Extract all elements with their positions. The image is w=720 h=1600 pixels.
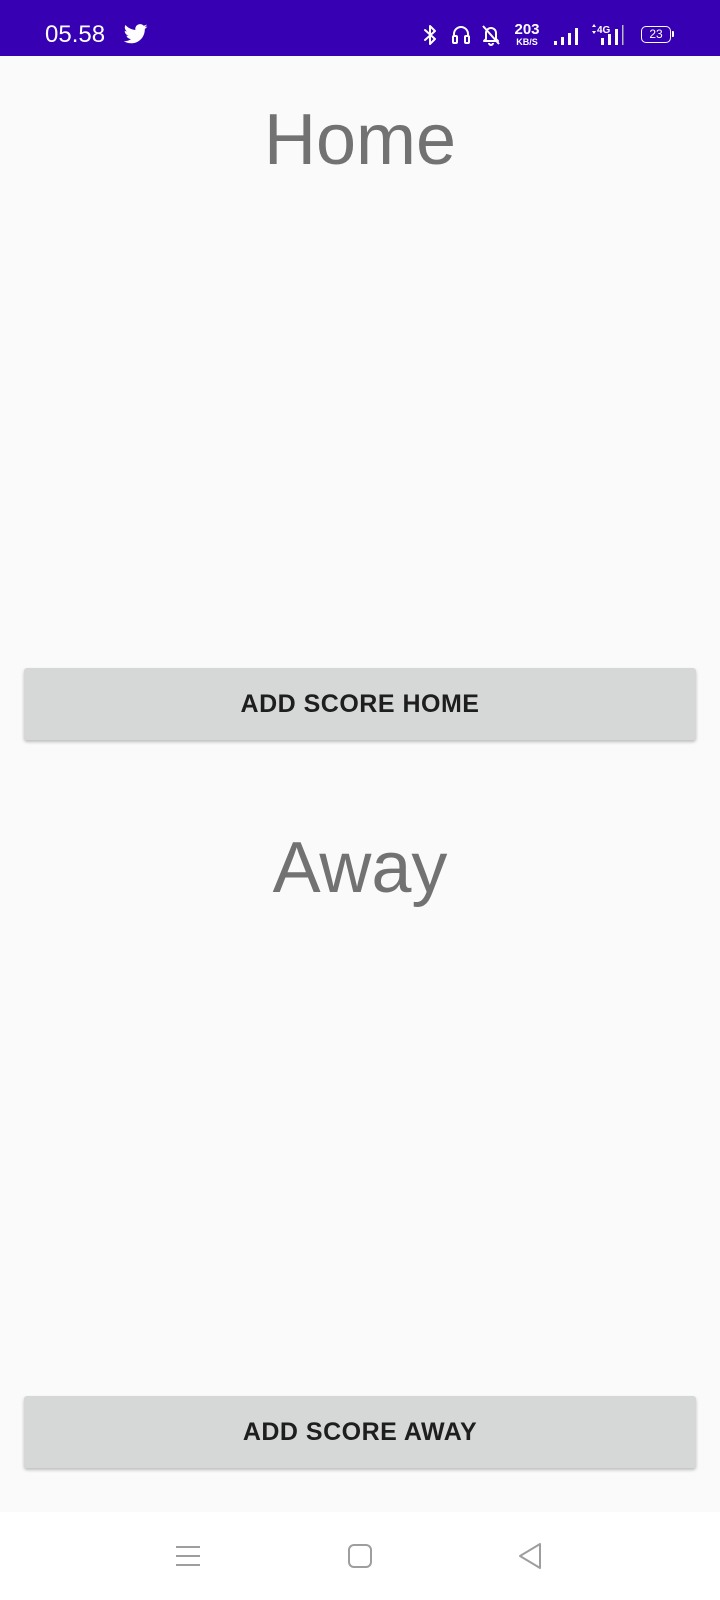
bluetooth-icon	[424, 25, 436, 45]
status-bar: 05.58 203 KB/S 4G 23	[0, 0, 720, 56]
battery-icon: 23	[641, 26, 674, 43]
home-button[interactable]	[330, 1532, 390, 1580]
away-team-title: Away	[272, 828, 448, 908]
status-time: 05.58	[45, 21, 106, 48]
add-score-home-button[interactable]: ADD SCORE HOME	[24, 668, 696, 740]
home-team-title: Home	[263, 100, 457, 180]
menu-button[interactable]	[158, 1532, 218, 1580]
signal-icon	[554, 28, 578, 45]
network-speed-unit: KB/S	[516, 37, 538, 47]
add-score-away-button[interactable]: ADD SCORE AWAY	[24, 1396, 696, 1468]
navigation-bar	[0, 1512, 720, 1600]
network-speed-value: 203	[514, 21, 540, 38]
menu-icon	[176, 1546, 200, 1566]
headphones-icon	[452, 26, 470, 44]
back-button[interactable]	[500, 1532, 560, 1580]
network-speed: 203 KB/S	[512, 22, 542, 47]
home-square-icon	[348, 1544, 372, 1568]
signal-4g-icon	[592, 24, 624, 45]
bell-off-icon	[482, 25, 500, 46]
battery-level: 23	[649, 27, 663, 41]
back-triangle-icon	[519, 1543, 541, 1569]
twitter-icon	[124, 24, 148, 44]
